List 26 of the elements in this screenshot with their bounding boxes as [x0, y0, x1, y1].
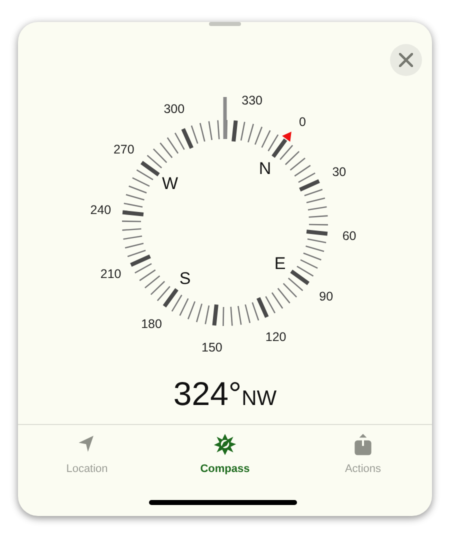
degree-label: 120 — [265, 330, 286, 344]
degree-label: 60 — [342, 229, 356, 244]
heading-degrees: 324° — [173, 377, 242, 410]
degree-label: 330 — [242, 94, 262, 108]
cardinal-label: E — [274, 254, 286, 273]
tab-item[interactable]: Actions — [294, 425, 432, 478]
degree-label: 210 — [100, 266, 122, 281]
heading-direction: NW — [242, 388, 277, 409]
close-icon — [399, 53, 413, 67]
degree-label: 270 — [113, 142, 134, 157]
degree-label: 180 — [141, 317, 162, 332]
degree-label: 150 — [202, 340, 222, 354]
cardinal-label: S — [179, 269, 191, 288]
degree-label: 30 — [332, 165, 346, 180]
close-button[interactable] — [390, 44, 422, 76]
degree-label: 90 — [319, 289, 334, 304]
north-marker-icon — [282, 132, 292, 142]
cardinal-label: N — [258, 158, 272, 178]
tab-item[interactable]: Location — [18, 425, 156, 478]
degree-label: 240 — [90, 202, 112, 217]
degree-label: 0 — [299, 114, 306, 129]
heading-indicator — [223, 97, 227, 139]
cardinal-label: W — [162, 174, 178, 194]
tab-item[interactable]: Compass — [156, 425, 294, 478]
degree-label: 300 — [164, 102, 185, 116]
compass-icon — [213, 433, 237, 457]
